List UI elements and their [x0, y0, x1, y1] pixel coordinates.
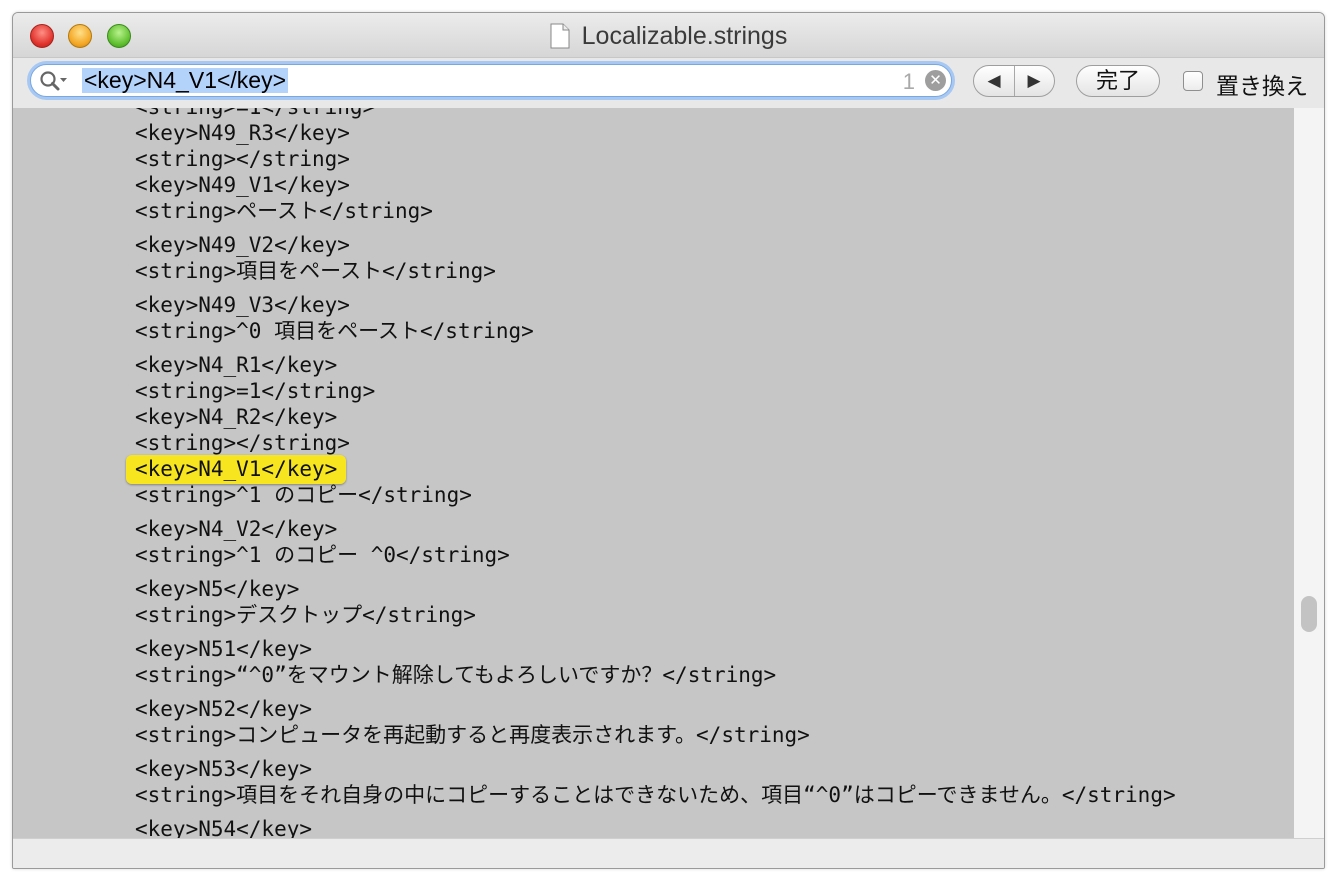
- code-line[interactable]: <string>ペースト</string>: [135, 198, 1176, 224]
- code-line[interactable]: <string>^1 のコピー</string>: [135, 482, 1176, 508]
- code-line[interactable]: <string>項目をペースト</string>: [135, 258, 1176, 284]
- replace-label[interactable]: 置き換え: [1216, 67, 1308, 101]
- code-line[interactable]: <key>N4_V1</key>: [126, 455, 1176, 484]
- match-count: 1: [902, 69, 915, 94]
- replace-checkbox[interactable]: [1183, 71, 1203, 91]
- match-navigation: ◀ ▶: [973, 65, 1055, 97]
- code-line[interactable]: <key>N5</key>: [135, 576, 1176, 602]
- code-line[interactable]: <key>N49_V1</key>: [135, 172, 1176, 198]
- title-bar[interactable]: Localizable.strings: [13, 13, 1324, 57]
- document-icon: [550, 23, 570, 49]
- scrollbar-thumb[interactable]: [1301, 596, 1317, 632]
- code-line[interactable]: <string>コンピュータを再起動すると再度表示されます。</string>: [135, 722, 1176, 748]
- code-line[interactable]: <string></string>: [135, 430, 1176, 456]
- code-line[interactable]: <string>デスクトップ</string>: [135, 602, 1176, 628]
- magnifier-dropdown-icon[interactable]: [39, 70, 69, 92]
- find-bar: <key>N4_V1</key> 1 ✕ ◀ ▶ 完了 置き換え: [13, 57, 1324, 109]
- code-line[interactable]: <string></string>: [135, 146, 1176, 172]
- code-line[interactable]: <key>N53</key>: [135, 756, 1176, 782]
- code-line[interactable]: <key>N51</key>: [135, 636, 1176, 662]
- app-window: Localizable.strings <key>N4_V1</key> 1 ✕…: [12, 12, 1325, 869]
- code-line[interactable]: <string>=1</string>: [135, 108, 1176, 120]
- window-bottom-bar: [13, 838, 1324, 868]
- code-line[interactable]: <key>N4_R2</key>: [135, 404, 1176, 430]
- next-match-button[interactable]: ▶: [1014, 66, 1054, 96]
- previous-match-button[interactable]: ◀: [974, 66, 1015, 96]
- code-line[interactable]: <string>項目をそれ自身の中にコピーすることはできないため、項目“^0”は…: [135, 782, 1176, 808]
- editor-text-area[interactable]: <string>=1</string><key>N49_R3</key><str…: [13, 108, 1294, 838]
- code-line[interactable]: <key>N54</key>: [135, 816, 1176, 838]
- code-line[interactable]: <string>=1</string>: [135, 378, 1176, 404]
- code-line[interactable]: <string>^0 項目をペースト</string>: [135, 318, 1176, 344]
- next-match-icon: ▶: [1027, 71, 1041, 90]
- vertical-scrollbar[interactable]: [1294, 108, 1324, 838]
- code-line[interactable]: <key>N49_R3</key>: [135, 120, 1176, 146]
- code-line[interactable]: <key>N52</key>: [135, 696, 1176, 722]
- search-field[interactable]: <key>N4_V1</key> 1 ✕: [30, 64, 952, 97]
- code-line[interactable]: <string>^1 のコピー ^0</string>: [135, 542, 1176, 568]
- window-title: Localizable.strings: [581, 22, 788, 50]
- window-title-area: Localizable.strings: [13, 22, 1324, 51]
- done-button[interactable]: 完了: [1076, 65, 1160, 97]
- code-line[interactable]: <key>N4_V2</key>: [135, 516, 1176, 542]
- search-query-text[interactable]: <key>N4_V1</key>: [82, 68, 289, 93]
- find-match-highlight[interactable]: <key>N4_V1</key>: [126, 455, 347, 484]
- code-line[interactable]: <string>“^0”をマウント解除してもよろしいですか？</string>: [135, 662, 1176, 688]
- code-line[interactable]: <key>N49_V2</key>: [135, 232, 1176, 258]
- code-line[interactable]: <key>N4_R1</key>: [135, 352, 1176, 378]
- code-lines: <string>=1</string><key>N49_R3</key><str…: [126, 108, 1176, 838]
- previous-match-icon: ◀: [987, 71, 1001, 90]
- clear-search-icon[interactable]: ✕: [925, 70, 946, 91]
- code-line[interactable]: <key>N49_V3</key>: [135, 292, 1176, 318]
